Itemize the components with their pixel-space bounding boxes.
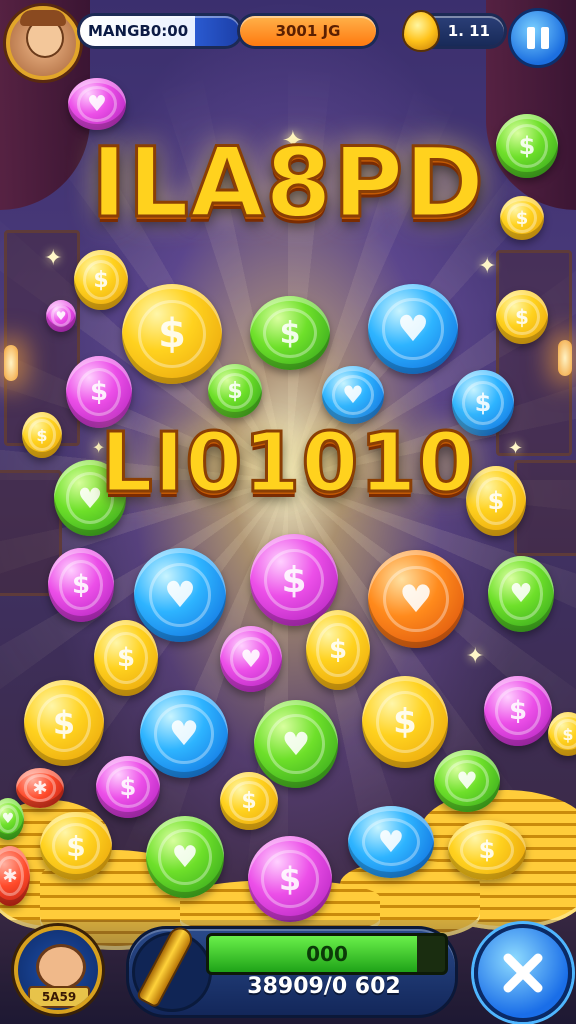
bottom-avatar[interactable]: 5A59	[14, 926, 102, 1014]
coin[interactable]: $	[122, 284, 222, 384]
coin[interactable]: $	[208, 364, 262, 418]
title-line-2: LI01010	[99, 415, 476, 513]
pause-icon	[527, 27, 535, 49]
coin[interactable]: $	[362, 676, 448, 768]
lamp-right	[558, 340, 572, 376]
avatar-hair	[20, 10, 66, 26]
title-line-1: ILA8PD	[89, 127, 486, 240]
coin[interactable]: ♥	[348, 806, 434, 878]
score-readout: 38909/0 602	[247, 974, 401, 999]
player-name-bar: MANGB0:00	[80, 16, 240, 46]
coin[interactable]: $	[496, 114, 558, 178]
energy-progress-label: 000	[306, 942, 348, 966]
coin[interactable]: $	[96, 756, 160, 818]
energy-progress-bar: 000	[206, 933, 448, 975]
close-icon	[503, 953, 543, 993]
coin[interactable]: $	[220, 772, 278, 830]
coin[interactable]: ♥	[254, 700, 338, 788]
sparkle: ✦	[466, 644, 485, 669]
coin[interactable]: $	[306, 610, 370, 690]
orange-progress-bar: 3001 JG	[240, 16, 376, 46]
coin[interactable]: ♥	[220, 626, 282, 692]
coin[interactable]: ♥	[68, 78, 126, 130]
coin[interactable]: $	[48, 548, 114, 622]
player-avatar[interactable]	[6, 6, 80, 80]
coin[interactable]: ✱	[16, 768, 64, 808]
coin[interactable]: $	[22, 412, 62, 458]
coin[interactable]: ♥	[46, 300, 76, 332]
gem-icon	[404, 12, 438, 50]
player-name: MANGB0:00	[88, 22, 189, 40]
coin[interactable]: $	[448, 820, 526, 880]
close-button[interactable]	[474, 924, 572, 1022]
coin[interactable]: $	[248, 836, 332, 922]
coin[interactable]: $	[500, 196, 544, 240]
avatar-face	[36, 944, 86, 990]
gem-count: 1. 11	[447, 22, 490, 40]
coin[interactable]: ♥	[140, 690, 228, 778]
coin[interactable]: $	[250, 296, 330, 370]
pause-icon	[541, 27, 549, 49]
coin[interactable]: $	[484, 676, 552, 746]
coin[interactable]: $	[496, 290, 548, 344]
coin[interactable]: ♥	[488, 556, 554, 632]
lamp-left	[4, 345, 18, 381]
sparkle: ✦	[508, 438, 524, 459]
pause-button[interactable]	[508, 8, 568, 68]
coin[interactable]: ♥	[146, 816, 224, 898]
avatar-plate: 5A59	[28, 986, 90, 1008]
coin[interactable]: $	[74, 250, 128, 310]
sparkle: ✦	[478, 254, 497, 279]
coin[interactable]: ♥	[368, 550, 464, 648]
coin[interactable]: $	[24, 680, 104, 766]
coin[interactable]: ♥	[368, 284, 458, 374]
coin[interactable]: ♥	[134, 548, 226, 642]
orange-progress-label: 3001 JG	[275, 22, 341, 40]
sparkle: ✦	[44, 246, 63, 271]
coin[interactable]: $	[94, 620, 158, 696]
coin[interactable]: ♥	[434, 750, 500, 812]
coin[interactable]: $	[40, 812, 112, 880]
